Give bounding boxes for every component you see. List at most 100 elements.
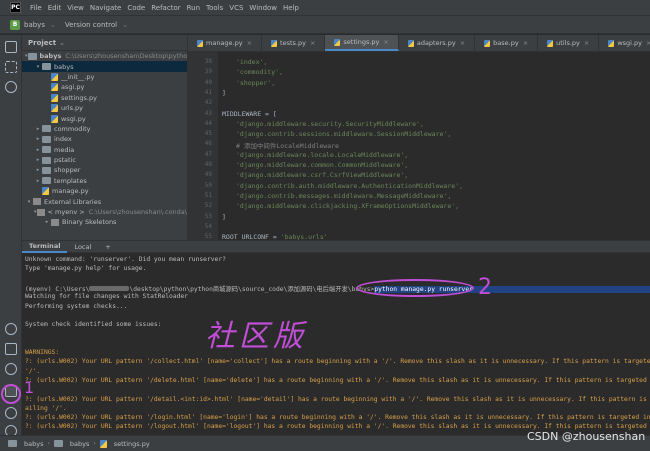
python-file-icon — [99, 439, 107, 448]
add-terminal-icon[interactable]: + — [98, 240, 117, 253]
structure-icon[interactable] — [5, 61, 17, 73]
code-line: 'django.contrib.auth.middleware.Authenti… — [236, 182, 463, 192]
menu-tools[interactable]: Tools — [203, 4, 226, 12]
project-panel-header[interactable]: Project ⌄ — [22, 35, 187, 51]
tab-tests-py[interactable]: tests.py × — [262, 35, 326, 51]
tab-utils-py[interactable]: utils.py × — [538, 35, 600, 51]
terminal-line: WARNINGS: — [25, 349, 60, 356]
tab-manage-py[interactable]: manage.py × — [188, 35, 263, 51]
breadcrumb-item[interactable]: babys — [70, 440, 89, 448]
python-file-icon — [51, 93, 58, 102]
terminal-tab-local[interactable]: Local — [67, 240, 98, 253]
menu-navigate[interactable]: Navigate — [87, 4, 124, 12]
problems-icon[interactable] — [5, 407, 17, 419]
line-number: 46 — [204, 140, 212, 148]
menu-file[interactable]: File — [27, 4, 45, 12]
code-line: 'django.middleware.csrf.CsrfViewMiddlewa… — [236, 171, 408, 181]
code-line: ROOT_URLCONF = 'babys.urls' — [222, 233, 328, 240]
tree-item[interactable]: manage.py — [22, 186, 187, 196]
tab-label: base.py — [493, 39, 519, 47]
line-number: 40 — [204, 78, 212, 86]
tree-root-row[interactable]: ▾ babys C:\Users\zhousenshan\Desktop\pyt… — [22, 51, 187, 61]
python-file-icon — [51, 114, 58, 123]
menu-items: File Edit View Navigate Code Refactor Run Tools… — [27, 4, 302, 12]
tree-item[interactable]: ▸ index — [22, 134, 187, 144]
line-number: 42 — [204, 99, 212, 107]
close-icon[interactable]: × — [310, 39, 315, 47]
more-tools-icon[interactable] — [5, 81, 17, 93]
tree-item[interactable]: settings.py — [22, 93, 187, 103]
project-panel-title: Project — [28, 38, 57, 47]
tab-settings-py[interactable]: settings.py × — [325, 35, 399, 51]
tree-item[interactable]: asgi.py — [22, 82, 187, 92]
tree-item[interactable]: ▸ media — [22, 145, 187, 155]
tab-wsgi-py[interactable]: wsgi.py× — [599, 35, 650, 51]
editor-tab-bar: manage.py × tests.py × settings.py × adapters.… — [188, 35, 650, 52]
tab-adapters-py[interactable]: adapters.py × — [399, 35, 476, 51]
prompt-prefix: (myenv) C:\Users\ — [25, 285, 90, 293]
menu-refactor[interactable]: Refactor — [148, 4, 183, 12]
tree-item-label: Binary Skeletons — [62, 218, 117, 227]
chevron-down-icon: ▾ — [27, 198, 31, 205]
code-editor[interactable]: 38 39 40 41 42 43 44 45 46 47 48 49 50 51 52 53 54 55 'in… — [188, 52, 650, 240]
menu-view[interactable]: View — [64, 4, 87, 12]
code-token: ROOT_URLCONF = — [222, 233, 281, 240]
terminal-output[interactable]: Unknown command: 'runserver'. Did you me… — [22, 253, 650, 435]
terminal-line: Unknown command: 'runserver'. Did you me… — [25, 256, 226, 263]
tree-item-label: babys — [54, 62, 74, 71]
chevron-right-icon: ▸ — [36, 146, 40, 153]
library-icon — [33, 198, 41, 206]
menu-help[interactable]: Help — [280, 4, 302, 12]
tree-item[interactable]: ▾< myenv >C:\Users\zhousenshan\.conda\en… — [22, 207, 187, 217]
tree-item[interactable]: ▸ commodity — [22, 124, 187, 134]
terminal-line: ?: (urls.W002) Your URL pattern '/login.… — [25, 414, 650, 422]
pycharm-logo-icon: PC — [10, 2, 21, 13]
menu-vcs[interactable]: VCS — [226, 4, 246, 12]
close-icon[interactable]: × — [646, 39, 650, 47]
tab-base-py[interactable]: base.py × — [475, 35, 539, 51]
menu-edit[interactable]: Edit — [45, 4, 65, 12]
terminal-line: ?: (urls.W002) Your URL pattern '/detail… — [25, 395, 650, 403]
close-icon[interactable]: × — [584, 39, 589, 47]
menu-code[interactable]: Code — [124, 4, 148, 12]
code-token: 'django.middleware.csrf.CsrfViewMiddlewa… — [236, 171, 409, 180]
python-file-icon — [51, 72, 58, 81]
tree-item-label: urls.py — [61, 104, 84, 113]
terminal-tab-terminal[interactable]: Terminal — [22, 240, 68, 253]
breadcrumb-item[interactable]: babys — [24, 440, 43, 448]
tab-label: adapters.py — [416, 39, 456, 47]
tree-item[interactable]: ▾ External Libraries — [22, 196, 187, 206]
code-line: 'django.contrib.messages.middleware.Mess… — [236, 192, 451, 202]
library-icon — [51, 218, 59, 226]
menu-window[interactable]: Window — [246, 4, 280, 12]
menu-run[interactable]: Run — [184, 4, 203, 12]
project-switcher[interactable]: babys — [24, 21, 45, 29]
tree-item[interactable]: ▸ shopper — [22, 165, 187, 175]
code-line: 'commodity', — [236, 68, 283, 78]
tree-item[interactable]: ▸ Binary Skeletons — [22, 217, 187, 227]
annotation-number-two: 2 — [478, 275, 492, 300]
tree-item[interactable]: ▾ babys — [22, 61, 187, 72]
tree-item-label: commodity — [54, 124, 91, 133]
close-icon[interactable]: × — [523, 39, 528, 47]
tree-item[interactable]: ▸ templates — [22, 176, 187, 186]
code-line: 'django.middleware.security.SecurityMidd… — [236, 120, 424, 130]
line-number-gutter: 38 39 40 41 42 43 44 45 46 47 48 49 50 51 52 53 54 55 — [188, 52, 218, 240]
python-file-icon — [51, 83, 58, 92]
tree-item[interactable]: urls.py — [22, 103, 187, 113]
project-folder-icon[interactable] — [5, 41, 17, 53]
tool-window-strip — [0, 35, 22, 437]
version-control-menu[interactable]: Version control — [65, 21, 117, 29]
close-icon[interactable]: × — [247, 39, 252, 47]
folder-icon — [42, 135, 51, 143]
breadcrumb-item[interactable]: settings.py — [114, 440, 150, 448]
run-icon[interactable] — [5, 363, 17, 375]
python-packages-icon[interactable] — [5, 323, 17, 335]
tree-item[interactable]: __init__.py — [22, 72, 187, 82]
tree-item[interactable]: wsgi.py — [22, 113, 187, 123]
close-icon[interactable]: × — [383, 38, 388, 46]
tree-item[interactable]: ▸ pstatic — [22, 155, 187, 165]
layers-icon[interactable] — [5, 343, 17, 355]
close-icon[interactable]: × — [460, 39, 465, 47]
line-number: 41 — [204, 88, 212, 96]
